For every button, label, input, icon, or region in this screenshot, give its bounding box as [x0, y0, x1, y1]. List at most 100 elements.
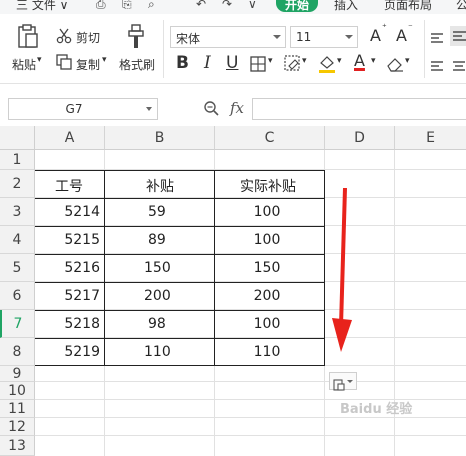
cell-c5[interactable]: 150 — [215, 260, 319, 276]
align-top-icon[interactable] — [430, 30, 444, 49]
align-left-icon[interactable] — [430, 58, 444, 77]
save-icon[interactable]: ⎙ — [96, 0, 106, 12]
table-border — [35, 254, 325, 255]
red-arrow-icon — [330, 186, 356, 358]
row-header-2[interactable]: 2 — [0, 170, 35, 198]
align-center-icon[interactable] — [452, 58, 466, 77]
format-painter-button[interactable]: 格式刷 — [119, 56, 155, 73]
cell-a3[interactable]: 5214 — [35, 204, 104, 220]
ribbon-divider — [424, 20, 425, 78]
eraser-icon[interactable] — [386, 56, 404, 76]
table-border — [324, 170, 325, 366]
tab-insert[interactable]: 插入 — [334, 0, 358, 13]
menu-bar: 三 文件 ∨ ⎙ ⎘ ⌕ ↶ ↷ ∨ 开始 插入 页面布局 公 — [0, 0, 466, 14]
row-header-8[interactable]: 8 — [0, 338, 35, 366]
insert-function-button[interactable]: fx — [230, 99, 244, 117]
fill-pattern-icon[interactable] — [284, 55, 302, 77]
cell-a8[interactable]: 5219 — [35, 344, 104, 360]
cell-c7[interactable]: 100 — [215, 316, 319, 332]
copy-button[interactable]: 复制 — [76, 56, 100, 73]
row-header-12[interactable]: 12 — [0, 418, 35, 436]
gridline — [35, 417, 466, 418]
redo-icon[interactable]: ↷ — [222, 0, 232, 11]
row-header-11[interactable]: 11 — [0, 400, 35, 418]
column-header-d[interactable]: D — [325, 126, 395, 150]
print-icon[interactable]: ⎘ — [122, 0, 132, 12]
cell-b6[interactable]: 200 — [144, 288, 171, 304]
cell-a4[interactable]: 5215 — [35, 232, 104, 248]
more-icon[interactable]: ∨ — [248, 0, 257, 11]
column-header-a[interactable]: A — [35, 126, 105, 150]
cell-c2[interactable]: 实际补贴 — [240, 176, 296, 196]
name-box[interactable]: G7 — [8, 98, 158, 120]
row-header-6[interactable]: 6 — [0, 282, 35, 310]
align-middle-icon[interactable] — [450, 26, 466, 46]
cell-b4[interactable]: 89 — [148, 232, 166, 248]
table-border — [35, 282, 325, 283]
borders-icon[interactable] — [250, 56, 266, 76]
cell-b8[interactable]: 110 — [144, 344, 171, 360]
cell-c3[interactable]: 100 — [215, 204, 319, 220]
font-family-select[interactable]: 宋体 — [170, 26, 286, 48]
cell-a2[interactable]: 工号 — [55, 176, 83, 196]
table-border — [35, 338, 325, 339]
italic-button[interactable]: I — [204, 53, 211, 73]
cell-b3[interactable]: 59 — [148, 204, 166, 220]
copy-dropdown-icon[interactable]: ▾ — [102, 55, 107, 65]
row-header-1[interactable]: 1 — [0, 150, 35, 170]
row-header-10[interactable]: 10 — [0, 382, 35, 400]
paste-icon[interactable] — [16, 24, 40, 54]
cell-b7[interactable]: 98 — [148, 316, 166, 332]
cell-b5[interactable]: 150 — [144, 260, 171, 276]
column-header-c[interactable]: C — [215, 126, 325, 150]
cell-c8[interactable]: 110 — [215, 344, 319, 360]
paste-options-button[interactable] — [329, 372, 357, 391]
column-header-e[interactable]: E — [395, 126, 466, 150]
chevron-down-icon — [347, 380, 353, 383]
tab-start[interactable]: 开始 — [276, 0, 318, 12]
select-all-corner[interactable] — [0, 126, 35, 150]
eraser-dropdown-icon[interactable]: ▾ — [405, 56, 410, 66]
fill-pattern-dropdown-icon[interactable]: ▾ — [302, 56, 307, 66]
fill-color-dropdown-icon[interactable]: ▾ — [337, 56, 342, 66]
undo-icon[interactable]: ↶ — [196, 0, 206, 11]
row-header-9[interactable]: 9 — [0, 366, 35, 382]
font-size-value: 11 — [296, 30, 312, 44]
cell-b2[interactable]: 补贴 — [146, 176, 174, 196]
tab-page-layout[interactable]: 页面布局 — [384, 0, 432, 13]
file-menu[interactable]: 三 文件 ∨ — [16, 0, 68, 13]
bold-button[interactable]: B — [176, 53, 189, 73]
copy-icon[interactable] — [56, 54, 72, 74]
format-painter-icon[interactable] — [126, 24, 146, 54]
font-size-select[interactable]: 11 — [290, 26, 358, 48]
increase-font-size-button[interactable]: A — [370, 26, 381, 45]
column-header-b[interactable]: B — [105, 126, 215, 150]
table-border — [35, 170, 325, 171]
cell-c4[interactable]: 100 — [215, 232, 319, 248]
print-preview-icon[interactable]: ⌕ — [148, 0, 155, 12]
tab-formula[interactable]: 公 — [456, 0, 466, 13]
row-header-4[interactable]: 4 — [0, 226, 35, 254]
cell-a7[interactable]: 5218 — [35, 316, 104, 332]
cell-a5[interactable]: 5216 — [35, 260, 104, 276]
borders-dropdown-icon[interactable]: ▾ — [268, 56, 273, 66]
row-header-3[interactable]: 3 — [0, 198, 35, 226]
row-header-5[interactable]: 5 — [0, 254, 35, 282]
formula-input[interactable] — [252, 98, 466, 120]
row-header-13[interactable]: 13 — [0, 436, 35, 456]
chevron-down-icon — [273, 35, 281, 39]
search-icon[interactable] — [203, 100, 219, 120]
cell-c6[interactable]: 200 — [215, 288, 319, 304]
fill-color-icon[interactable] — [318, 54, 336, 78]
scissors-icon[interactable] — [56, 28, 72, 48]
up-icon: ⁺ — [382, 23, 387, 33]
paste-dropdown-icon[interactable]: ▾ — [37, 55, 42, 65]
decrease-font-size-button[interactable]: A — [396, 26, 407, 45]
paste-button[interactable]: 粘贴 — [12, 56, 36, 73]
underline-button[interactable]: U — [226, 53, 238, 73]
row-header-7[interactable]: 7 — [0, 310, 35, 338]
font-color-dropdown-icon[interactable]: ▾ — [371, 56, 376, 66]
font-color-button[interactable]: A — [354, 51, 365, 70]
cut-button[interactable]: 剪切 — [76, 29, 100, 46]
cell-a6[interactable]: 5217 — [35, 288, 104, 304]
